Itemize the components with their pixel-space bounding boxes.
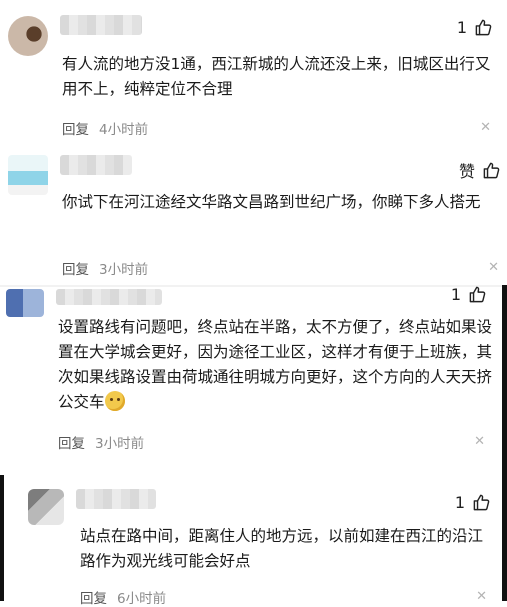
comment-text: 设置路线有问题吧，终点站在半路，太不方便了，终点站如果设置在大学城会更好，因为途…	[58, 318, 493, 411]
thumbs-up-icon	[469, 286, 486, 303]
comment-3: 1 设置路线有问题吧，终点站在半路，太不方便了，终点站如果设置在大学城会更好，因…	[0, 285, 507, 475]
comment-text: 你试下在河江途经文华路文昌路到世纪广场，你睇下多人搭无	[62, 193, 481, 211]
avatar[interactable]	[28, 489, 64, 525]
like-count: 赞	[458, 162, 475, 181]
username[interactable]	[76, 489, 156, 509]
avatar[interactable]	[8, 155, 48, 195]
avatar[interactable]	[8, 16, 48, 56]
timestamp: 3小时前	[95, 436, 145, 452]
timestamp: 4小时前	[99, 122, 149, 138]
comment-2: 赞 你试下在河江途经文华路文昌路到世纪广场，你睇下多人搭无 回复 3小时前 ✕	[0, 145, 507, 285]
reply-button[interactable]: 回复	[80, 587, 107, 607]
comment-meta: 回复 3小时前	[58, 432, 144, 452]
like-button[interactable]: 1	[451, 285, 487, 304]
comment-meta: 回复 4小时前	[62, 118, 148, 138]
username[interactable]	[60, 155, 132, 175]
username[interactable]	[60, 15, 142, 35]
comment-4: 1 站点在路中间，距离住人的地方远，以前如建在西江的沿江路作为观光线可能会好点 …	[0, 475, 507, 607]
close-icon[interactable]: ✕	[488, 260, 499, 275]
username[interactable]	[56, 289, 162, 305]
comment-meta: 回复 3小时前	[62, 258, 148, 278]
thumbs-up-icon	[475, 19, 492, 36]
close-icon[interactable]: ✕	[480, 120, 491, 135]
thumbs-up-icon	[473, 494, 490, 511]
comment-text: 站点在路中间，距离住人的地方远，以前如建在西江的沿江路作为观光线可能会好点	[80, 527, 484, 570]
like-count: 1	[450, 285, 461, 304]
reply-button[interactable]: 回复	[62, 118, 89, 138]
like-button[interactable]: 1	[455, 493, 491, 512]
comment-1: 1 有人流的地方没1通，西江新城的人流还没上来，旧城区出行又用不上，纯粹定位不合…	[0, 0, 507, 145]
like-count: 1	[454, 493, 465, 512]
like-button[interactable]: 赞	[459, 158, 501, 182]
comment-meta: 回复 6小时前	[80, 587, 166, 607]
like-button[interactable]: 1	[457, 18, 493, 37]
reply-button[interactable]: 回复	[62, 258, 89, 278]
close-icon[interactable]: ✕	[476, 589, 487, 604]
thinking-face-emoji	[104, 391, 125, 411]
timestamp: 6小时前	[117, 591, 167, 607]
avatar[interactable]	[6, 289, 44, 317]
comment-text: 有人流的地方没1通，西江新城的人流还没上来，旧城区出行又用不上，纯粹定位不合理	[62, 55, 491, 98]
timestamp: 3小时前	[99, 262, 149, 278]
thumbs-up-icon	[483, 162, 500, 178]
close-icon[interactable]: ✕	[474, 434, 485, 449]
reply-button[interactable]: 回复	[58, 432, 85, 452]
like-count: 1	[456, 18, 467, 37]
